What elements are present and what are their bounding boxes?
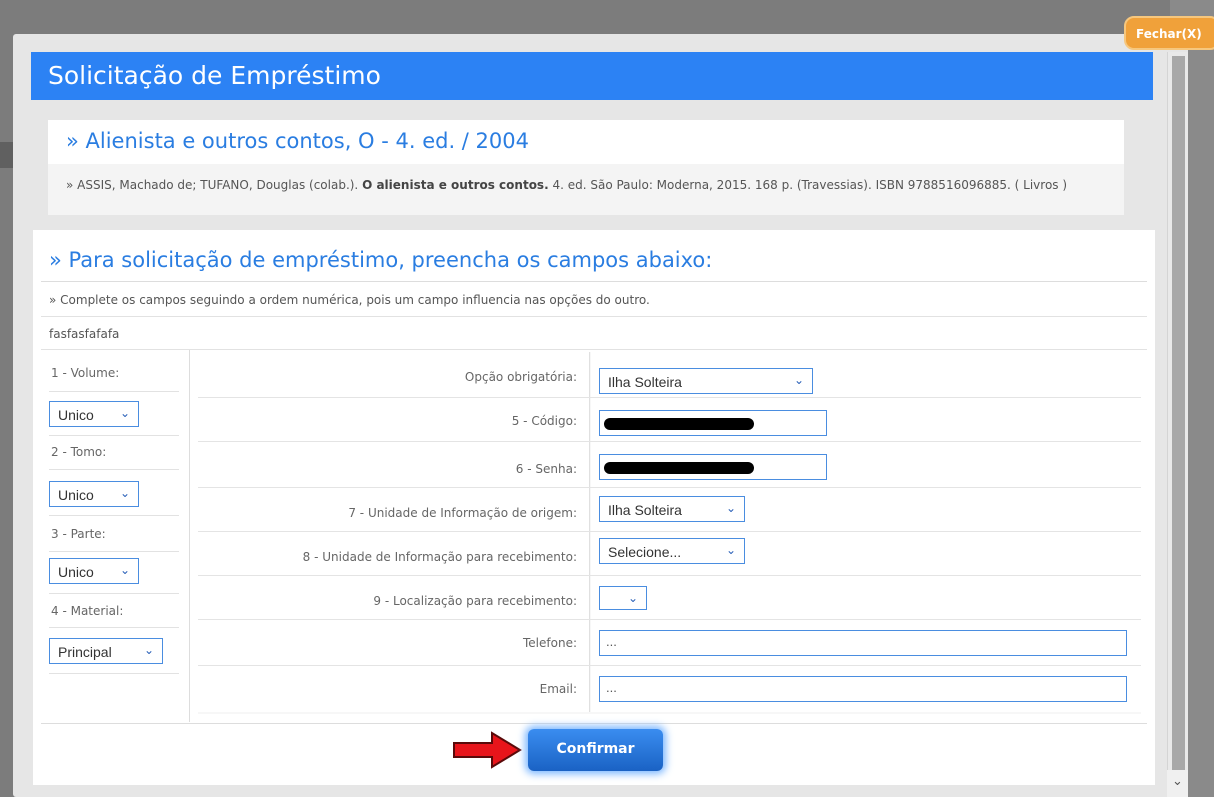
scrollbar-thumb[interactable] bbox=[1172, 56, 1185, 786]
book-authors: » ASSIS, Machado de; TUFANO, Douglas (co… bbox=[66, 178, 359, 192]
codigo-input[interactable] bbox=[599, 410, 827, 436]
localizacao-select[interactable]: ⌄ bbox=[599, 586, 647, 610]
material-cell: Principal ⌄ bbox=[49, 628, 179, 674]
chevron-down-icon: ⌄ bbox=[793, 373, 804, 387]
tomo-select[interactable]: Unico ⌄ bbox=[49, 481, 139, 507]
recebimento-label: 8 - Unidade de Informação para recebimen… bbox=[198, 532, 590, 575]
field-row-recebimento: 8 - Unidade de Informação para recebimen… bbox=[198, 532, 1141, 576]
book-title: » Alienista e outros contos, O - 4. ed. … bbox=[48, 120, 1124, 164]
book-name: O alienista e outros contos. bbox=[362, 178, 549, 192]
origem-select-value: Ilha Solteira bbox=[608, 502, 682, 518]
chevron-down-icon: ⌄ bbox=[119, 563, 130, 577]
recebimento-select[interactable]: Selecione... ⌄ bbox=[599, 538, 745, 564]
tomo-select-value: Unico bbox=[58, 487, 94, 503]
localizacao-cell: ⌄ bbox=[591, 576, 1141, 619]
opcao-select[interactable]: Ilha Solteira ⌄ bbox=[599, 368, 813, 394]
material-label: 4 - Material: bbox=[49, 594, 179, 628]
field-row-telefone: Telefone: ... bbox=[198, 620, 1141, 666]
red-arrow-icon bbox=[453, 731, 522, 769]
form-footer: Confirmar bbox=[41, 723, 1147, 783]
chevron-down-icon: ⌄ bbox=[725, 501, 736, 515]
codigo-cell bbox=[591, 398, 1141, 441]
book-info: » Alienista e outros contos, O - 4. ed. … bbox=[48, 120, 1124, 215]
redaction-bar bbox=[604, 418, 754, 430]
book-description: » ASSIS, Machado de; TUFANO, Douglas (co… bbox=[66, 177, 1106, 193]
form-extra-text: fasfasfafafa bbox=[41, 318, 1147, 350]
chevron-down-icon: ⌄ bbox=[119, 486, 130, 500]
close-button[interactable]: Fechar(X) bbox=[1124, 16, 1214, 50]
localizacao-label: 9 - Localização para recebimento: bbox=[198, 576, 590, 619]
email-label: Email: bbox=[198, 666, 590, 712]
email-cell: ... bbox=[591, 666, 1141, 712]
chevron-down-icon: ⌄ bbox=[119, 406, 130, 420]
origem-select[interactable]: Ilha Solteira ⌄ bbox=[599, 496, 745, 522]
volume-select-value: Unico bbox=[58, 407, 94, 423]
request-fields-grid: Opção obrigatória: Ilha Solteira ⌄ 5 - C… bbox=[198, 352, 1141, 714]
origem-cell: Ilha Solteira ⌄ bbox=[591, 488, 1141, 531]
recebimento-select-value: Selecione... bbox=[608, 544, 682, 560]
telefone-label: Telefone: bbox=[198, 620, 590, 665]
chevron-down-icon: ⌄ bbox=[627, 591, 638, 605]
item-options-column: 1 - Volume: Unico ⌄ 2 - Tomo: Unico ⌄ 3 … bbox=[41, 350, 190, 722]
field-row-opcao: Opção obrigatória: Ilha Solteira ⌄ bbox=[198, 352, 1141, 398]
material-select-value: Principal bbox=[58, 644, 112, 660]
field-row-email: Email: ... bbox=[198, 666, 1141, 712]
opcao-select-value: Ilha Solteira bbox=[608, 374, 682, 390]
field-row-localizacao: 9 - Localização para recebimento: ⌄ bbox=[198, 576, 1141, 620]
parte-select-value: Unico bbox=[58, 564, 94, 580]
tomo-cell: Unico ⌄ bbox=[49, 470, 179, 516]
book-publication: 4. ed. São Paulo: Moderna, 2015. 168 p. … bbox=[552, 178, 1068, 192]
codigo-label: 5 - Código: bbox=[198, 398, 590, 441]
parte-label: 3 - Parte: bbox=[49, 516, 179, 552]
volume-label: 1 - Volume: bbox=[49, 356, 179, 392]
form-instructions: » Complete os campos seguindo a ordem nu… bbox=[41, 283, 1147, 317]
loan-form: » Para solicitação de empréstimo, preenc… bbox=[33, 230, 1155, 785]
telefone-input[interactable]: ... bbox=[599, 630, 1127, 656]
tomo-label: 2 - Tomo: bbox=[49, 436, 179, 470]
telefone-input-value: ... bbox=[606, 634, 617, 649]
parte-select[interactable]: Unico ⌄ bbox=[49, 558, 139, 584]
origem-label: 7 - Unidade de Informação de origem: bbox=[198, 488, 590, 531]
volume-select[interactable]: Unico ⌄ bbox=[49, 401, 139, 427]
parte-cell: Unico ⌄ bbox=[49, 552, 179, 594]
chevron-down-icon: ⌄ bbox=[725, 543, 736, 557]
redaction-bar bbox=[604, 462, 754, 474]
dialog-title: Solicitação de Empréstimo bbox=[31, 52, 1153, 100]
scroll-down-icon[interactable]: ⌄ bbox=[1167, 770, 1188, 797]
scrollbar[interactable] bbox=[1167, 52, 1188, 797]
chevron-down-icon: ⌄ bbox=[143, 643, 154, 657]
field-row-origem: 7 - Unidade de Informação de origem: Ilh… bbox=[198, 488, 1141, 532]
email-input-value: ... bbox=[606, 680, 617, 695]
confirm-button[interactable]: Confirmar bbox=[528, 729, 663, 771]
email-input[interactable]: ... bbox=[599, 676, 1127, 702]
opcao-label: Opção obrigatória: bbox=[198, 352, 590, 397]
senha-input[interactable] bbox=[599, 454, 827, 480]
field-row-senha: 6 - Senha: bbox=[198, 442, 1141, 488]
form-heading: » Para solicitação de empréstimo, preenc… bbox=[41, 240, 1147, 282]
material-select[interactable]: Principal ⌄ bbox=[49, 638, 163, 664]
senha-label: 6 - Senha: bbox=[198, 442, 590, 487]
senha-cell bbox=[591, 442, 1141, 487]
recebimento-cell: Selecione... ⌄ bbox=[591, 532, 1141, 575]
field-row-codigo: 5 - Código: bbox=[198, 398, 1141, 442]
telefone-cell: ... bbox=[591, 620, 1141, 665]
opcao-cell: Ilha Solteira ⌄ bbox=[591, 352, 1141, 397]
volume-cell: Unico ⌄ bbox=[49, 392, 179, 436]
